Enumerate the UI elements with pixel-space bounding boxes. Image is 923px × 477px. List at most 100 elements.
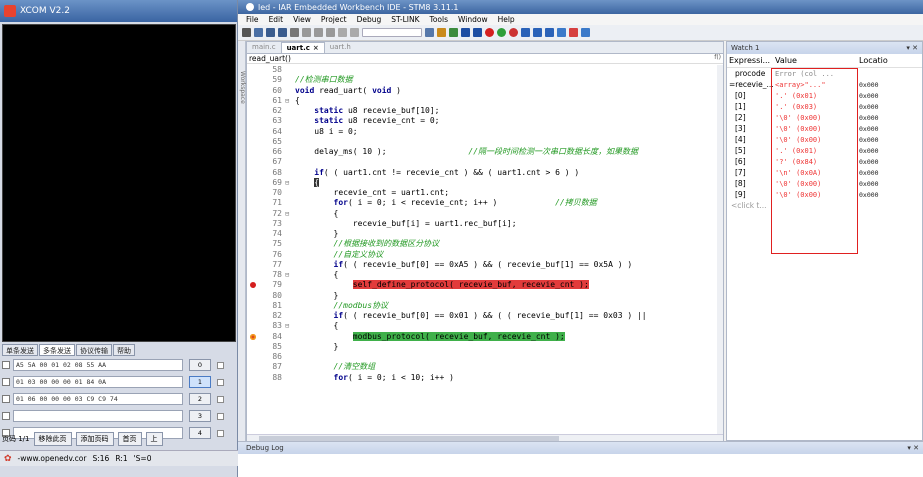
row-checkbox[interactable] (2, 412, 10, 420)
breakpoint-icon[interactable] (509, 28, 518, 37)
watch-location: 0x000 (859, 179, 879, 188)
function-list-icon[interactable]: f() (714, 54, 721, 61)
function-selector[interactable]: read_uart() f() (247, 54, 723, 64)
row-hex-checkbox[interactable] (217, 378, 224, 386)
first-page-button[interactable]: 首页 (117, 432, 142, 446)
send-data-field[interactable]: A5 5A 00 01 02 08 55 AA (13, 359, 183, 371)
row-hex-checkbox[interactable] (217, 395, 224, 403)
menu-project[interactable]: Project (321, 15, 347, 24)
step-into-icon[interactable] (533, 28, 542, 37)
redo-icon[interactable] (350, 28, 359, 37)
row-hex-checkbox[interactable] (217, 361, 224, 369)
find-combo[interactable] (362, 28, 422, 37)
send-row-button[interactable]: 0 (189, 359, 211, 371)
bookmark-icon[interactable] (437, 28, 446, 37)
remove-page-button[interactable]: 移除此页 (33, 432, 72, 446)
save-icon[interactable] (266, 28, 275, 37)
watch-expr: =recevie_... (729, 80, 774, 89)
prev-page-button[interactable]: 上 (145, 432, 163, 446)
save-all-icon[interactable] (278, 28, 287, 37)
menu-tools[interactable]: Tools (430, 15, 448, 24)
menu-debug[interactable]: Debug (357, 15, 382, 24)
debug-log-window[interactable]: Debug Log ▾ ✕ (238, 441, 923, 477)
compile-icon[interactable] (461, 28, 470, 37)
run-to-cursor-icon[interactable] (557, 28, 566, 37)
find-icon[interactable] (425, 28, 434, 37)
menu-st-link[interactable]: ST-LINK (391, 15, 419, 24)
menu-view[interactable]: View (293, 15, 311, 24)
pin-icon[interactable]: ▾ ✕ (906, 42, 918, 54)
gear-icon[interactable]: ✿ (4, 454, 12, 464)
menu-help[interactable]: Help (498, 15, 515, 24)
go-icon[interactable] (497, 28, 506, 37)
breakpoint-icon[interactable] (250, 282, 256, 289)
add-page-button[interactable]: 添加页码 (75, 432, 114, 446)
tab-uart-h[interactable]: uart.h (325, 42, 356, 53)
column-value[interactable]: Value (775, 56, 859, 65)
watch-row[interactable]: [8] '\0' (0x00) 0x000 (727, 178, 922, 189)
tab-uart-c[interactable]: uart.c × (280, 42, 325, 53)
watch-titlebar[interactable]: Watch 1 ▾ ✕ (727, 42, 922, 54)
watch-row[interactable]: [9] '\0' (0x00) 0x000 (727, 189, 922, 200)
watch-row[interactable]: [1] '.' (0x03) 0x000 (727, 101, 922, 112)
watch-row[interactable]: [3] '\0' (0x00) 0x000 (727, 123, 922, 134)
website-link[interactable]: -www.openedv.cor (18, 454, 87, 463)
tab-main-c[interactable]: main.c (247, 42, 281, 53)
send-row-button[interactable]: 1 (189, 376, 211, 388)
open-icon[interactable] (254, 28, 263, 37)
row-checkbox[interactable] (2, 361, 10, 369)
iar-titlebar[interactable]: led - IAR Embedded Workbench IDE - STM8 … (238, 0, 923, 14)
watch-row[interactable]: [7] '\n' (0x0A) 0x000 (727, 167, 922, 178)
step-out-icon[interactable] (545, 28, 554, 37)
paste-icon[interactable] (326, 28, 335, 37)
send-row-button[interactable]: 2 (189, 393, 211, 405)
row-checkbox[interactable] (2, 378, 10, 386)
column-location[interactable]: Locatio (859, 56, 919, 65)
cut-icon[interactable] (302, 28, 311, 37)
print-icon[interactable] (290, 28, 299, 37)
send-data-field[interactable] (13, 410, 183, 422)
send-data-field[interactable]: 01 06 00 00 00 03 C9 C9 74 (13, 393, 183, 405)
code-editor[interactable]: main.c uart.c × uart.h read_uart() f() 58… (246, 41, 724, 443)
menu-file[interactable]: File (246, 15, 259, 24)
row-checkbox[interactable] (2, 395, 10, 403)
menu-window[interactable]: Window (458, 15, 488, 24)
watch-row[interactable]: [5] '.' (0x01) 0x000 (727, 145, 922, 156)
workspace-strip[interactable]: Workspace (238, 41, 246, 441)
make-icon[interactable] (473, 28, 482, 37)
code-line: 87 //清空数组 (272, 362, 376, 372)
xcom-titlebar[interactable]: XCOM V2.2 (0, 0, 237, 22)
watch-row[interactable]: [0] '.' (0x01) 0x000 (727, 90, 922, 101)
tab-multi-send[interactable]: 多条发送 (39, 344, 75, 356)
debug-icon[interactable] (581, 28, 590, 37)
new-file-icon[interactable] (242, 28, 251, 37)
column-expression[interactable]: Expressi... (727, 56, 775, 65)
send-data-field[interactable]: 01 03 00 00 00 01 84 0A (13, 376, 183, 388)
watch-add-row[interactable]: <click t... (727, 200, 922, 211)
watch-row[interactable]: =recevie_... <array>"..." 0x000 (727, 79, 922, 90)
tab-single-send[interactable]: 单条发送 (2, 344, 38, 356)
watch-row[interactable]: procode Error (col ... (727, 68, 922, 79)
tab-help[interactable]: 帮助 (113, 344, 135, 356)
stop-icon[interactable] (485, 28, 494, 37)
watch-row[interactable]: [6] '?' (0x84) 0x000 (727, 156, 922, 167)
pin-icon[interactable]: ▾ ✕ (907, 442, 919, 454)
watch-row[interactable]: [4] '\0' (0x00) 0x000 (727, 134, 922, 145)
editor-vertical-scrollbar[interactable] (717, 65, 723, 435)
current-statement-icon[interactable] (250, 333, 256, 340)
menu-edit[interactable]: Edit (269, 15, 284, 24)
close-icon[interactable]: × (313, 44, 319, 52)
serial-receive-area[interactable] (2, 24, 236, 342)
watch-expr: procode (735, 69, 766, 78)
goto-icon[interactable] (449, 28, 458, 37)
send-row-button[interactable]: 3 (189, 410, 211, 422)
step-over-icon[interactable] (521, 28, 530, 37)
row-hex-checkbox[interactable] (217, 412, 224, 420)
code-lines[interactable]: 58 59//检测串口数据 60 void read_uart( void ) 6… (247, 65, 717, 435)
copy-icon[interactable] (314, 28, 323, 37)
watch-row[interactable]: [2] '\0' (0x00) 0x000 (727, 112, 922, 123)
reset-icon[interactable] (569, 28, 578, 37)
tab-protocol[interactable]: 协议传输 (76, 344, 112, 356)
undo-icon[interactable] (338, 28, 347, 37)
debug-log-titlebar[interactable]: Debug Log ▾ ✕ (238, 442, 923, 454)
